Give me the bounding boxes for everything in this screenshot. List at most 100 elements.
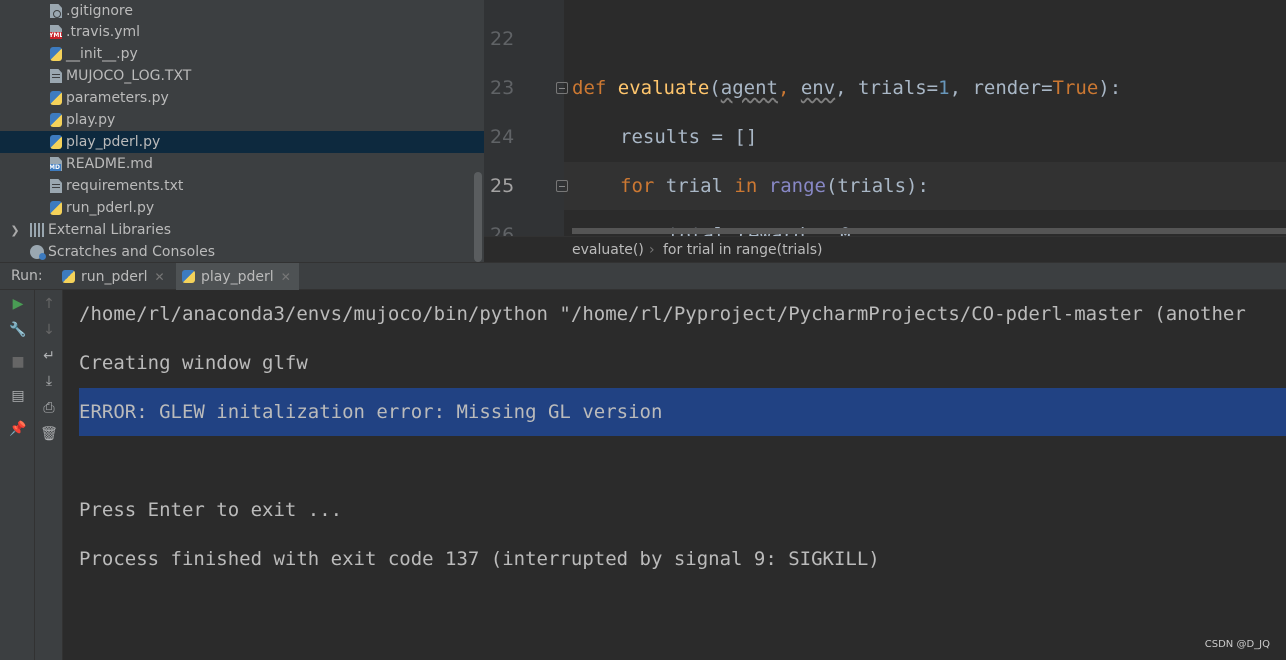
project-tree: .gitignore .travis.yml __init__.py MUJOC… (0, 0, 484, 262)
code-token: def (572, 77, 607, 99)
close-icon[interactable]: ✕ (281, 270, 291, 284)
stop-icon[interactable]: ■ (9, 353, 27, 371)
line-number: 23 (490, 77, 515, 99)
tree-item-label: requirements.txt (66, 178, 184, 194)
chevron-right-icon[interactable]: ❯ (8, 224, 22, 237)
console-line-exit-code: Process finished with exit code 137 (int… (79, 548, 880, 570)
fold-icon[interactable] (556, 82, 568, 94)
python-icon (182, 270, 195, 283)
tree-item-label: .gitignore (66, 3, 133, 19)
tree-item-label: parameters.py (66, 90, 169, 106)
tree-item-requirements-txt[interactable]: requirements.txt (0, 175, 484, 197)
tree-item-init-py[interactable]: __init__.py (0, 43, 484, 65)
code-token: trial (654, 175, 735, 197)
editor-horizontal-scrollbar[interactable] (572, 228, 1286, 234)
tree-item-play-py[interactable]: play.py (0, 109, 484, 131)
tree-item-play-pderl-py[interactable]: play_pderl.py (0, 131, 484, 153)
yaml-file-icon (50, 25, 62, 39)
code-token: env (800, 77, 836, 99)
tab-run-pderl[interactable]: run_pderl ✕ (56, 263, 173, 290)
run-toolbar-primary: ▶ 🔧 ■ ▤ 📌 (0, 290, 34, 660)
tree-item-label: .travis.yml (66, 24, 141, 40)
code-token: , trials= (835, 77, 939, 99)
code-line-25: for trial in range(trials): (620, 175, 929, 197)
tree-item-label: play.py (66, 112, 116, 128)
tree-item-external-libraries[interactable]: ❯ External Libraries (0, 219, 484, 241)
tab-play-pderl[interactable]: play_pderl ✕ (176, 263, 299, 290)
tab-label: run_pderl (81, 268, 148, 285)
close-icon[interactable]: ✕ (155, 270, 165, 284)
code-token: , render= (949, 77, 1053, 99)
code-token: in (734, 175, 758, 197)
scroll-to-end-icon[interactable]: ⤓ (40, 372, 58, 390)
run-header: Run: run_pderl ✕ play_pderl ✕ (0, 262, 1286, 290)
scratches-icon (30, 245, 46, 260)
tree-item-label: __init__.py (66, 46, 138, 62)
code-token: range (768, 175, 826, 197)
print-icon[interactable]: ⎙ (40, 399, 58, 417)
tree-item-gitignore[interactable]: .gitignore (0, 0, 484, 22)
python-icon (62, 270, 75, 283)
run-console[interactable]: /home/rl/anaconda3/envs/mujoco/bin/pytho… (63, 290, 1286, 660)
code-token: 1 (938, 77, 950, 99)
breadcrumb-item-evaluate[interactable]: evaluate() (572, 242, 644, 258)
tree-item-label: Scratches and Consoles (48, 244, 215, 260)
tree-item-mujoco-log[interactable]: MUJOCO_LOG.TXT (0, 65, 484, 87)
tree-item-label: External Libraries (48, 222, 171, 238)
breadcrumb: evaluate() › for trial in range(trials) (484, 236, 1286, 263)
layout-icon[interactable]: ▤ (9, 387, 27, 405)
code-token: (trials): (825, 175, 929, 197)
code-token: for (620, 175, 655, 197)
tree-item-parameters-py[interactable]: parameters.py (0, 87, 484, 109)
line-number-current: 25 (490, 175, 515, 197)
arrow-down-icon[interactable]: ↓ (40, 321, 58, 339)
code-editor[interactable]: 22 23 24 25 26 def evaluate(agent, env, … (484, 0, 1286, 236)
text-file-icon (50, 69, 62, 83)
tree-item-label: run_pderl.py (66, 200, 155, 216)
console-line-press-enter: Press Enter to exit ... (79, 499, 343, 521)
arrow-up-icon[interactable]: ↑ (40, 295, 58, 313)
watermark: CSDN @D_JQ (1204, 639, 1270, 650)
line-number: 26 (490, 224, 515, 236)
tree-item-scratches[interactable]: Scratches and Consoles (0, 241, 484, 262)
tree-item-label: MUJOCO_LOG.TXT (66, 68, 192, 84)
trash-icon[interactable]: 🗑 (40, 425, 58, 443)
tree-item-run-pderl-py[interactable]: run_pderl.py (0, 197, 484, 219)
python-file-icon (50, 91, 62, 105)
python-file-icon (50, 135, 62, 149)
code-token: , (777, 77, 801, 99)
library-icon (30, 223, 44, 237)
tree-item-readme-md[interactable]: README.md (0, 153, 484, 175)
run-toolbar-secondary: ↑ ↓ ↵ ⤓ ⎙ 🗑 (34, 290, 63, 660)
wrench-icon[interactable]: 🔧 (9, 321, 27, 339)
python-file-icon (50, 47, 62, 61)
pin-icon[interactable]: 📌 (9, 420, 27, 438)
code-token: agent (720, 77, 778, 99)
text-file-icon (50, 179, 62, 193)
line-number: 24 (490, 126, 515, 148)
python-file-icon (50, 201, 62, 215)
tab-label: play_pderl (201, 268, 274, 285)
fold-icon[interactable] (556, 180, 568, 192)
tree-item-label: README.md (66, 156, 153, 172)
rerun-icon[interactable]: ▶ (9, 295, 27, 313)
tree-item-label: play_pderl.py (66, 134, 161, 150)
markdown-file-icon (50, 157, 62, 171)
console-line-command: /home/rl/anaconda3/envs/mujoco/bin/pytho… (79, 303, 1246, 325)
run-label: Run: (11, 268, 43, 284)
tree-scrollbar[interactable] (474, 172, 482, 262)
code-token: True (1052, 77, 1099, 99)
tree-item-travis-yml[interactable]: .travis.yml (0, 21, 484, 43)
python-file-icon (50, 113, 62, 127)
breadcrumb-separator-icon: › (649, 242, 655, 258)
soft-wrap-icon[interactable]: ↵ (40, 347, 58, 365)
code-token: evaluate (617, 77, 710, 99)
code-line-23: def evaluate(agent, env, trials=1, rende… (572, 77, 1121, 99)
breadcrumb-item-for-loop[interactable]: for trial in range(trials) (663, 242, 823, 258)
code-token: ( (709, 77, 721, 99)
code-token: ): (1098, 77, 1122, 99)
console-line-glfw: Creating window glfw (79, 352, 308, 374)
line-number: 22 (490, 28, 515, 50)
code-line-24: results = [] (620, 126, 758, 148)
